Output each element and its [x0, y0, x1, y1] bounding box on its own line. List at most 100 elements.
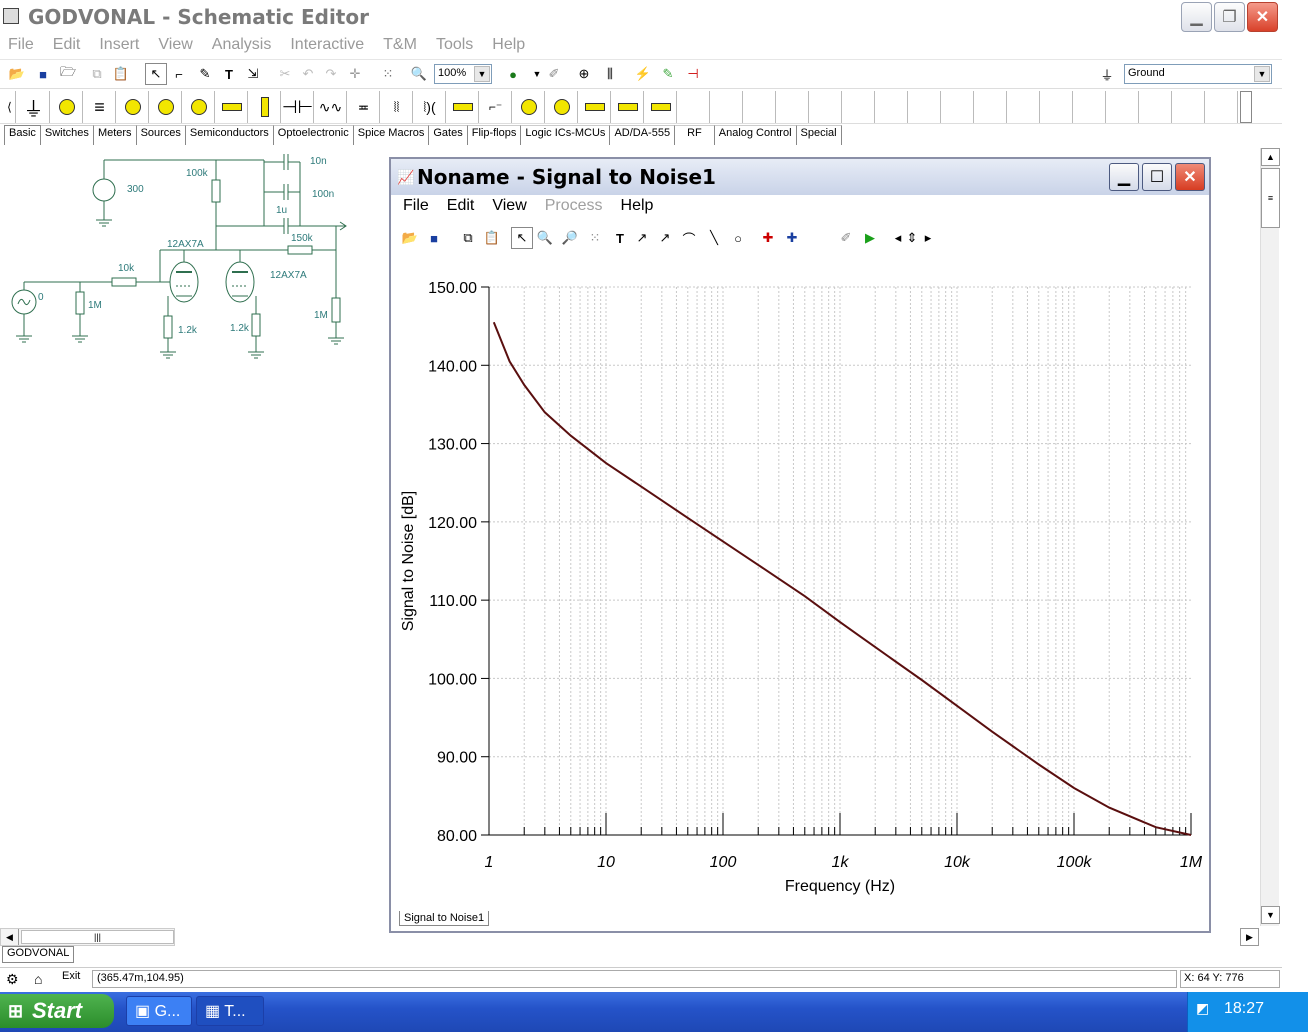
analysis-line-tool[interactable]: ╲ [703, 227, 725, 249]
tab-sources[interactable]: Sources [136, 125, 186, 145]
analysis-copy-button[interactable]: ⧉ [457, 227, 479, 249]
pencil-tool[interactable]: ✎ [194, 63, 216, 85]
grid-button[interactable]: ⁙ [377, 63, 399, 85]
meter-button[interactable]: ⊕ [573, 63, 595, 85]
analysis-save-button[interactable]: ■ [423, 227, 445, 249]
paste-button[interactable]: 📋 [110, 63, 132, 85]
zoom-combo[interactable]: 100% ▼ [434, 64, 492, 84]
settings-icon[interactable]: ⚙ [6, 971, 19, 988]
save-button[interactable]: ■ [32, 63, 54, 85]
palette-resistor2[interactable] [612, 91, 644, 123]
menu-insert[interactable]: Insert [99, 36, 139, 58]
tray-app-icon[interactable]: ◩ [1196, 1000, 1209, 1017]
exit-button[interactable]: Exit [62, 970, 80, 982]
palette-empty-16[interactable] [1173, 91, 1205, 123]
palette-vresistor[interactable] [249, 91, 281, 123]
open-button[interactable]: 📂 [6, 63, 28, 85]
analysis-nav-right[interactable]: ▸ [917, 227, 939, 249]
select-tool[interactable]: ↖ [145, 63, 167, 85]
palette-empty-1[interactable] [678, 91, 710, 123]
palette-empty-17[interactable] [1206, 91, 1238, 123]
junction-button[interactable]: ✛ [344, 63, 366, 85]
home-icon[interactable]: ⌂ [34, 971, 42, 987]
horizontal-scrollbar[interactable]: ◀ ||| [0, 928, 175, 946]
cut-button[interactable]: ✂ [274, 63, 296, 85]
tab-flip-flops[interactable]: Flip-flops [467, 125, 522, 145]
palette-motor[interactable] [546, 91, 578, 123]
tab-gates[interactable]: Gates [429, 125, 468, 145]
analysis-paste-button[interactable]: 📋 [481, 227, 503, 249]
arrow-tool[interactable]: ⇲ [242, 63, 264, 85]
document-tab[interactable]: GODVONAL [2, 946, 74, 963]
palette-ammeter[interactable] [183, 91, 215, 123]
tab-spice-macros[interactable]: Spice Macros [353, 125, 430, 145]
stop-button[interactable]: ⊣ [682, 63, 704, 85]
tm-button[interactable]: ⫼ [599, 63, 621, 85]
analysis-menu-file[interactable]: File [403, 197, 429, 219]
vertical-scrollbar[interactable]: ▲ ≡ ▼ [1260, 148, 1280, 926]
hscroll-thumb[interactable]: ||| [21, 930, 174, 944]
palette-fuse[interactable] [447, 91, 479, 123]
cursor-a-button[interactable]: ✚ [757, 227, 779, 249]
tab-special[interactable]: Special [796, 125, 842, 145]
palette-empty-11[interactable] [1008, 91, 1040, 123]
analysis-zoom-in[interactable]: 🔍 [534, 227, 556, 249]
palette-empty-2[interactable] [711, 91, 743, 123]
zoom-button[interactable]: 🔍 [408, 63, 430, 85]
palette-empty-10[interactable] [975, 91, 1007, 123]
analysis-close-button[interactable]: ✕ [1175, 163, 1205, 191]
menu-tm[interactable]: T&M [383, 36, 417, 58]
probe-button[interactable]: ✐ [543, 63, 565, 85]
palette-empty-13[interactable] [1074, 91, 1106, 123]
palette-empty-7[interactable] [876, 91, 908, 123]
scroll-up-button[interactable]: ▲ [1261, 148, 1280, 166]
palette-empty-4[interactable] [777, 91, 809, 123]
palette-inductor2[interactable]: ≖ [348, 91, 380, 123]
menu-view[interactable]: View [158, 36, 192, 58]
scroll-down-button[interactable]: ▼ [1261, 906, 1280, 924]
tab-meters[interactable]: Meters [93, 125, 137, 145]
tab-switches[interactable]: Switches [40, 125, 94, 145]
cursor-b-button[interactable]: ✚ [781, 227, 803, 249]
plot-tab[interactable]: Signal to Noise1 [399, 911, 490, 926]
analysis-run-button[interactable]: ▶ [859, 227, 881, 249]
palette-empty-14[interactable] [1107, 91, 1139, 123]
ground-tool[interactable]: ⏚ [1096, 63, 1118, 85]
palette-empty-8[interactable] [909, 91, 941, 123]
analysis-trace-2[interactable]: ↗ [654, 227, 676, 249]
restore-button[interactable]: ❐ [1214, 2, 1245, 32]
tab-semiconductors[interactable]: Semiconductors [185, 125, 274, 145]
taskbar-item-analysis[interactable]: ▦ T... [196, 996, 264, 1026]
palette-scroll-left[interactable]: ⟨ [4, 91, 16, 123]
palette-scroll-right[interactable] [1240, 91, 1252, 123]
menu-edit[interactable]: Edit [53, 36, 81, 58]
start-button[interactable]: ⊞ Start [0, 994, 114, 1028]
menu-help[interactable]: Help [492, 36, 525, 58]
text-tool[interactable]: T [218, 63, 240, 85]
palette-voltage-source[interactable] [51, 91, 83, 123]
analysis-grid-button[interactable]: ⁙ [584, 227, 606, 249]
tab-optoelectronic[interactable]: Optoelectronic [273, 125, 354, 145]
open-recent-button[interactable]: 🗁 [57, 63, 79, 85]
menu-tools[interactable]: Tools [436, 36, 473, 58]
copy-button[interactable]: ⧉ [86, 63, 108, 85]
analysis-zoom-fit[interactable]: 🔎 [559, 227, 581, 249]
analysis-text-tool[interactable]: T [609, 227, 631, 249]
palette-potentiometer[interactable] [579, 91, 611, 123]
palette-transformer2[interactable]: ⦚)( [414, 91, 446, 123]
palette-empty-6[interactable] [843, 91, 875, 123]
menu-file[interactable]: File [8, 36, 34, 58]
analysis-menu-edit[interactable]: Edit [447, 197, 475, 219]
palette-ground[interactable]: ⏚ [18, 91, 50, 123]
palette-empty-15[interactable] [1140, 91, 1172, 123]
palette-empty-5[interactable] [810, 91, 842, 123]
tab-basic[interactable]: Basic [4, 125, 41, 145]
palette-resistor[interactable] [216, 91, 248, 123]
palette-capacitor[interactable]: ⊣⊢ [282, 91, 314, 123]
tab-adda-555[interactable]: AD/DA-555 [610, 125, 676, 145]
menu-analysis[interactable]: Analysis [212, 36, 272, 58]
close-button[interactable]: ✕ [1247, 2, 1278, 32]
redo-button[interactable]: ↷ [320, 63, 342, 85]
interactive-button[interactable]: ✎ [657, 63, 679, 85]
analysis-maximize-button[interactable]: ☐ [1142, 163, 1172, 191]
